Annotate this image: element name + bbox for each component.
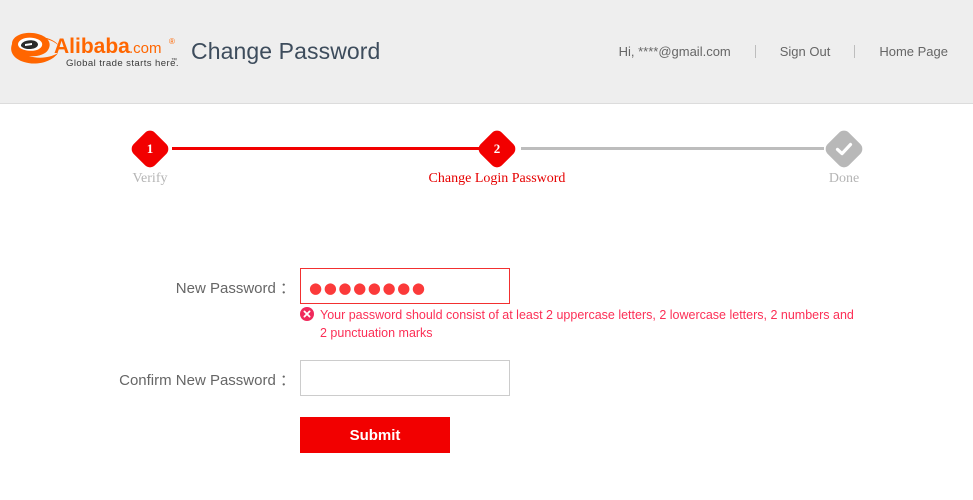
confirm-password-label: Confirm New Password ： — [119, 372, 295, 389]
error-circle-x-icon — [300, 307, 314, 321]
new-password-label: New Password ： — [175, 280, 295, 297]
new-password-label-wrap: New Password ： — [115, 277, 295, 298]
new-password-error-text: Your password should consist of at least… — [320, 308, 854, 340]
new-password-input[interactable] — [300, 268, 510, 304]
submit-button[interactable]: Submit — [300, 417, 450, 453]
confirm-password-label-wrap: Confirm New Password ： — [115, 369, 295, 390]
new-password-error: Your password should consist of at least… — [300, 306, 860, 342]
confirm-password-input[interactable] — [300, 360, 510, 396]
change-password-form: New Password ： ●●●●●●●● Your password sh… — [0, 0, 973, 500]
